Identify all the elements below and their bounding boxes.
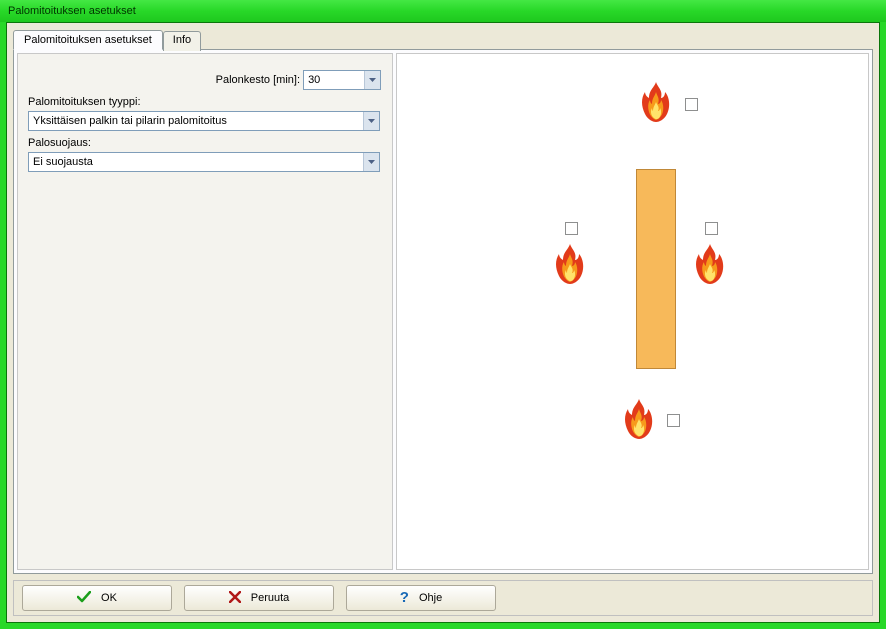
fire-right-checkbox[interactable] xyxy=(705,222,718,235)
fire-bottom-icon xyxy=(622,399,656,439)
tab-control: Palomitoituksen asetukset Info Palonkest… xyxy=(13,29,873,574)
tab-strip: Palomitoituksen asetukset Info xyxy=(13,29,873,49)
chevron-down-icon[interactable] xyxy=(364,71,380,89)
window-titlebar: Palomitoituksen asetukset xyxy=(0,0,886,22)
protection-label: Palosuojaus: xyxy=(28,137,382,149)
close-icon xyxy=(229,591,241,606)
question-icon: ? xyxy=(400,592,409,604)
tab-info-label: Info xyxy=(173,34,191,46)
type-label: Palomitoituksen tyyppi: xyxy=(28,96,382,108)
fire-bottom-checkbox[interactable] xyxy=(667,414,680,427)
tab-info[interactable]: Info xyxy=(163,31,201,51)
form-inner: Palonkesto [min]: 30 Palomitoituksen tyy… xyxy=(17,53,393,570)
check-icon xyxy=(77,591,91,606)
fire-top-icon xyxy=(639,82,673,122)
window-title: Palomitoituksen asetukset xyxy=(8,5,136,17)
ok-label: OK xyxy=(101,592,117,604)
tab-body: Palonkesto [min]: 30 Palomitoituksen tyy… xyxy=(13,49,873,574)
help-label: Ohje xyxy=(419,592,442,604)
protection-combo[interactable]: Ei suojausta xyxy=(28,152,380,172)
type-combo[interactable]: Yksittäisen palkin tai pilarin palomitoi… xyxy=(28,111,380,131)
fire-left-checkbox[interactable] xyxy=(565,222,578,235)
help-button[interactable]: ? Ohje xyxy=(346,585,496,611)
protection-value: Ei suojausta xyxy=(29,153,363,171)
beam-cross-section xyxy=(636,169,676,369)
form-panel: Palonkesto [min]: 30 Palomitoituksen tyy… xyxy=(14,50,396,573)
duration-label: Palonkesto [min]: xyxy=(28,74,300,86)
button-bar: OK Peruuta ? Ohje xyxy=(13,580,873,616)
chevron-down-icon[interactable] xyxy=(363,153,379,171)
fire-top-checkbox[interactable] xyxy=(685,98,698,111)
fire-left-icon xyxy=(553,244,587,284)
cancel-label: Peruuta xyxy=(251,592,290,604)
tab-settings-label: Palomitoituksen asetukset xyxy=(24,34,152,46)
duration-value: 30 xyxy=(304,71,364,89)
duration-combo[interactable]: 30 xyxy=(303,70,381,90)
client-area: Palomitoituksen asetukset Info Palonkest… xyxy=(6,22,880,623)
fire-right-icon xyxy=(693,244,727,284)
chevron-down-icon[interactable] xyxy=(363,112,379,130)
tab-settings[interactable]: Palomitoituksen asetukset xyxy=(13,30,163,50)
cancel-button[interactable]: Peruuta xyxy=(184,585,334,611)
diagram-panel xyxy=(396,53,869,570)
ok-button[interactable]: OK xyxy=(22,585,172,611)
type-value: Yksittäisen palkin tai pilarin palomitoi… xyxy=(29,112,363,130)
